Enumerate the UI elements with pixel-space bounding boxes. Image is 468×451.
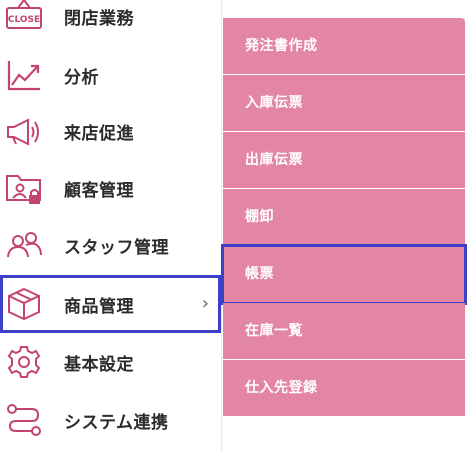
menu-item-settings[interactable]: 基本設定 — [0, 333, 221, 391]
menu-label-integration: システム連携 — [64, 412, 169, 433]
close-sign-icon: CLOSE — [4, 0, 44, 36]
menu-label-promotion: 来店促進 — [64, 123, 134, 144]
menu-label-products: 商品管理 — [64, 296, 134, 317]
submenu-label: 帳票 — [245, 266, 274, 282]
menu-item-closing[interactable]: CLOSE 閉店業務 — [0, 0, 221, 45]
submenu-label: 出庫伝票 — [245, 152, 303, 168]
submenu-label: 棚卸 — [245, 209, 274, 225]
menu-label-analysis: 分析 — [64, 67, 99, 88]
close-sign-text: CLOSE — [8, 15, 40, 25]
menu-label-customers: 顧客管理 — [64, 180, 134, 201]
product-submenu: 発注書作成 入庫伝票 出庫伝票 棚卸 帳票 在庫一覧 仕入先登録 — [221, 18, 467, 417]
megaphone-icon — [4, 111, 44, 151]
menu-item-staff[interactable]: スタッフ管理 — [0, 216, 221, 274]
product-box-icon — [4, 284, 44, 324]
customer-folder-lock-icon — [4, 168, 44, 208]
gear-icon — [4, 342, 44, 382]
menu-item-integration[interactable]: システム連携 — [0, 391, 221, 449]
staff-people-icon — [4, 225, 44, 265]
connection-icon — [4, 400, 44, 440]
submenu-label: 入庫伝票 — [245, 95, 303, 111]
left-menu: CLOSE 閉店業務 分析 来店促進 顧客管理 スタッフ管理 商品管理 › 基本… — [0, 0, 221, 451]
submenu-item-receiving-slip[interactable]: 入庫伝票 — [223, 75, 465, 132]
submenu-item-purchase-order[interactable]: 発注書作成 — [223, 18, 465, 75]
submenu-label: 仕入先登録 — [245, 380, 318, 396]
menu-item-promotion[interactable]: 来店促進 — [0, 102, 221, 160]
menu-label-staff: スタッフ管理 — [64, 237, 169, 258]
menu-label-settings: 基本設定 — [64, 354, 134, 375]
menu-item-customers[interactable]: 顧客管理 — [0, 159, 221, 217]
submenu-item-shipping-slip[interactable]: 出庫伝票 — [223, 132, 465, 189]
submenu-label: 発注書作成 — [245, 38, 318, 54]
menu-item-analysis[interactable]: 分析 — [0, 46, 221, 104]
chevron-right-icon: › — [201, 293, 209, 314]
submenu-item-inventory-count[interactable]: 棚卸 — [223, 189, 465, 246]
submenu-item-supplier-registration[interactable]: 仕入先登録 — [223, 360, 465, 417]
menu-divider — [221, 0, 222, 451]
line-chart-icon — [4, 55, 44, 95]
submenu-item-stock-list[interactable]: 在庫一覧 — [223, 303, 465, 360]
submenu-item-reports[interactable]: 帳票 — [221, 244, 467, 305]
menu-item-products[interactable]: 商品管理 › — [0, 275, 221, 333]
menu-label-closing: 閉店業務 — [64, 8, 134, 29]
submenu-label: 在庫一覧 — [245, 323, 303, 339]
